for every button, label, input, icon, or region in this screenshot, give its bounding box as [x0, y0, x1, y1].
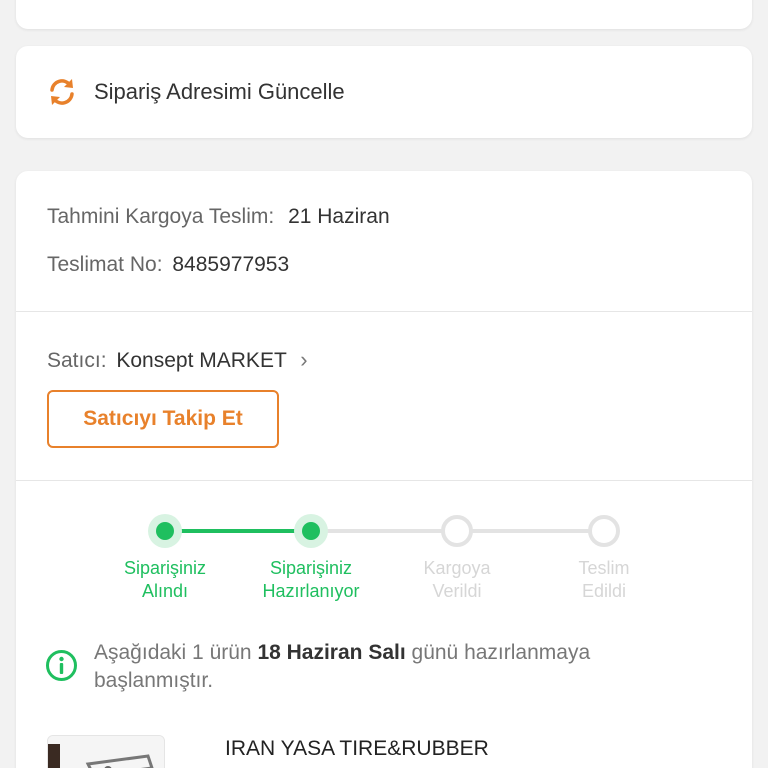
- previous-card: [16, 0, 752, 29]
- delivery-number-row: Teslimat No: 8485977953: [47, 253, 289, 277]
- update-address-card[interactable]: Sipariş Adresimi Güncelle: [16, 46, 752, 138]
- progress-line-pending: [311, 529, 457, 533]
- step-label-received: Siparişiniz Alındı: [123, 558, 207, 601]
- refresh-icon: [50, 79, 74, 105]
- progress-line-pending: [457, 529, 604, 533]
- order-detail-card: Tahmini Kargoya Teslim: 21 Haziran Tesli…: [16, 171, 752, 768]
- progress-line-done: [165, 529, 311, 533]
- step-dot-preparing: [294, 514, 328, 548]
- delivery-number-label: Teslimat No:: [47, 253, 163, 276]
- product-thumbnail[interactable]: [47, 735, 165, 768]
- estimate-label: Tahmini Kargoya Teslim:: [47, 205, 275, 228]
- delivery-number-value: 8485977953: [172, 253, 290, 276]
- chevron-right-icon[interactable]: ›: [300, 347, 307, 373]
- step-label-shipped: Kargoya Verildi: [423, 558, 491, 601]
- step-label-preparing: Siparişiniz Hazırlanıyor: [262, 558, 360, 601]
- estimate-value: 21 Haziran: [288, 205, 390, 228]
- product-title[interactable]: IRAN YASA TIRE&RUBBER: [225, 737, 489, 761]
- divider: [16, 480, 752, 481]
- follow-seller-button[interactable]: Satıcıyı Takip Et: [47, 390, 279, 448]
- seller-name[interactable]: Konsept MARKET: [116, 349, 286, 372]
- update-address-label: Sipariş Adresimi Güncelle: [94, 79, 345, 104]
- info-icon: [46, 650, 77, 681]
- preparation-info-text: Aşağıdaki 1 ürün 18 Haziran Salı günü ha…: [94, 641, 591, 692]
- estimate-row: Tahmini Kargoya Teslim: 21 Haziran: [47, 205, 390, 229]
- seller-row[interactable]: Satıcı: Konsept MARKET ›: [47, 347, 308, 373]
- step-dot-delivered: [588, 515, 620, 547]
- step-label-delivered: Teslim Edildi: [578, 558, 630, 601]
- divider: [16, 311, 752, 312]
- seller-label: Satıcı:: [47, 349, 107, 372]
- step-dot-shipped: [441, 515, 473, 547]
- step-dot-received: [148, 514, 182, 548]
